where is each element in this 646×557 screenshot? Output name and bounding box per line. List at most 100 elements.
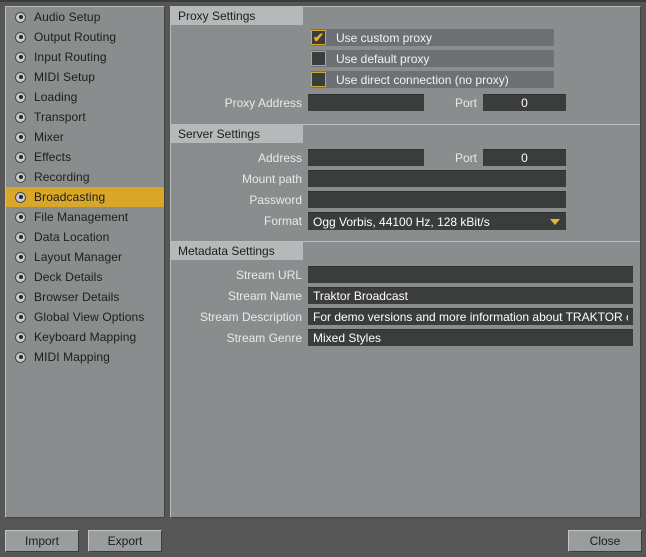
stream-genre-label: Stream Genre	[226, 330, 302, 345]
server-port-label: Port	[454, 150, 477, 165]
stream-genre-row: Stream Genre Mixed Styles	[171, 327, 640, 348]
sidebar-item-label: Deck Details	[34, 270, 103, 284]
sidebar-item-browser-details[interactable]: Browser Details	[6, 287, 164, 307]
sidebar-item-label: Global View Options	[34, 310, 145, 324]
sidebar-item-label: Recording	[34, 170, 90, 184]
proxy-settings-title: Proxy Settings	[171, 7, 303, 25]
sidebar-item-keyboard-mapping[interactable]: Keyboard Mapping	[6, 327, 164, 347]
server-password-row: Password	[171, 189, 640, 210]
sidebar-item-layout-manager[interactable]: Layout Manager	[6, 247, 164, 267]
server-address-row: Address Port 0	[171, 147, 640, 168]
sidebar-item-label: Broadcasting	[34, 190, 106, 204]
close-button[interactable]: Close	[568, 530, 642, 552]
radio-button-icon	[15, 211, 26, 223]
sidebar-item-transport[interactable]: Transport	[6, 107, 164, 127]
sidebar-item-label: Output Routing	[34, 30, 117, 44]
stream-url-input[interactable]	[308, 266, 633, 283]
proxy-option-use-default-proxy[interactable]: Use default proxy	[311, 50, 554, 67]
proxy-address-label: Proxy Address	[224, 95, 302, 110]
proxy-option-label: Use direct connection (no proxy)	[336, 72, 509, 87]
server-mount-path-label: Mount path	[241, 171, 302, 186]
preferences-window: Audio Setup Output Routing Input Routing MI…	[0, 0, 646, 557]
proxy-option-label: Use custom proxy	[336, 30, 433, 45]
sidebar-item-effects[interactable]: Effects	[6, 147, 164, 167]
radio-button-icon	[15, 271, 26, 283]
radio-button-icon	[15, 251, 26, 263]
proxy-option-use-direct-connection-no-proxy[interactable]: Use direct connection (no proxy)	[311, 71, 554, 88]
checkbox-icon[interactable]: ✔	[311, 30, 326, 45]
sidebar-item-file-management[interactable]: File Management	[6, 207, 164, 227]
stream-description-label: Stream Description	[199, 309, 302, 324]
metadata-settings-title: Metadata Settings	[171, 242, 303, 260]
sidebar-item-broadcasting[interactable]: Broadcasting	[6, 187, 164, 207]
stream-description-row: Stream Description For demo versions and…	[171, 306, 640, 327]
checkbox-icon[interactable]	[311, 72, 326, 87]
radio-button-icon	[15, 51, 26, 63]
radio-button-icon	[15, 111, 26, 123]
export-button[interactable]: Export	[88, 530, 162, 552]
checkmark-icon: ✔	[313, 30, 324, 45]
stream-url-row: Stream URL	[171, 264, 640, 285]
sidebar-item-label: Input Routing	[34, 50, 107, 64]
radio-button-icon	[15, 171, 26, 183]
server-password-input[interactable]	[308, 191, 566, 208]
sidebar-item-label: Keyboard Mapping	[34, 330, 137, 344]
sidebar-item-label: Loading	[34, 90, 78, 104]
sidebar-item-loading[interactable]: Loading	[6, 87, 164, 107]
sidebar-item-audio-setup[interactable]: Audio Setup	[6, 7, 164, 27]
sidebar-item-output-routing[interactable]: Output Routing	[6, 27, 164, 47]
radio-button-icon	[15, 291, 26, 303]
server-format-row: Format Ogg Vorbis, 44100 Hz, 128 kBit/s	[171, 210, 640, 232]
sidebar-item-mixer[interactable]: Mixer	[6, 127, 164, 147]
proxy-port-input[interactable]: 0	[483, 94, 566, 111]
sidebar-item-input-routing[interactable]: Input Routing	[6, 47, 164, 67]
sidebar-item-label: Layout Manager	[34, 250, 123, 264]
radio-button-icon	[15, 151, 26, 163]
radio-button-icon	[15, 191, 26, 203]
server-port-input[interactable]: 0	[483, 149, 566, 166]
server-mount-path-row: Mount path	[171, 168, 640, 189]
sidebar-item-label: MIDI Setup	[34, 70, 96, 84]
stream-name-input[interactable]: Traktor Broadcast	[308, 287, 633, 304]
proxy-checkbox-group: ✔ Use custom proxy Use default proxy Use di…	[171, 29, 640, 88]
sidebar-item-recording[interactable]: Recording	[6, 167, 164, 187]
preferences-content-panel: Proxy Settings ✔ Use custom proxy Use defa…	[170, 6, 641, 518]
server-format-dropdown[interactable]: Ogg Vorbis, 44100 Hz, 128 kBit/s	[308, 212, 566, 230]
stream-genre-input[interactable]: Mixed Styles	[308, 329, 633, 346]
server-format-label: Format	[263, 214, 302, 228]
sidebar-item-deck-details[interactable]: Deck Details	[6, 267, 164, 287]
proxy-address-input[interactable]	[308, 94, 424, 111]
radio-button-icon	[15, 231, 26, 243]
radio-button-icon	[15, 311, 26, 323]
proxy-option-use-custom-proxy[interactable]: ✔ Use custom proxy	[311, 29, 554, 46]
server-address-input[interactable]	[308, 149, 424, 166]
sidebar-item-midi-mapping[interactable]: MIDI Mapping	[6, 347, 164, 367]
sidebar-item-data-location[interactable]: Data Location	[6, 227, 164, 247]
stream-name-label: Stream Name	[227, 288, 302, 303]
stream-url-label: Stream URL	[235, 267, 302, 282]
radio-button-icon	[15, 71, 26, 83]
server-settings-title: Server Settings	[171, 125, 303, 143]
server-mount-path-input[interactable]	[308, 170, 566, 187]
chevron-down-icon	[550, 218, 560, 225]
sidebar-item-label: Data Location	[34, 230, 110, 244]
sidebar-item-label: Audio Setup	[34, 10, 101, 24]
stream-description-input[interactable]: For demo versions and more information a…	[308, 308, 633, 325]
metadata-settings-header: Metadata Settings	[171, 242, 640, 260]
sidebar-item-midi-setup[interactable]: MIDI Setup	[6, 67, 164, 87]
sidebar-item-label: File Management	[34, 210, 129, 224]
sidebar-item-global-view-options[interactable]: Global View Options	[6, 307, 164, 327]
proxy-option-label: Use default proxy	[336, 51, 430, 66]
sidebar-item-label: MIDI Mapping	[34, 350, 110, 364]
section-server-settings: Server Settings Address Port 0 Mount pat…	[171, 124, 640, 241]
preferences-sidebar: Audio Setup Output Routing Input Routing MI…	[5, 6, 165, 518]
sidebar-item-label: Browser Details	[34, 290, 120, 304]
section-metadata-settings: Metadata Settings Stream URL Stream Name…	[171, 241, 640, 348]
sidebar-item-label: Mixer	[34, 130, 64, 144]
dialog-bottom-bar: Import Export Close	[0, 522, 646, 557]
radio-button-icon	[15, 131, 26, 143]
server-settings-header: Server Settings	[171, 125, 640, 143]
import-button[interactable]: Import	[5, 530, 79, 552]
checkbox-icon[interactable]	[311, 51, 326, 66]
section-proxy-settings: Proxy Settings ✔ Use custom proxy Use defa…	[171, 7, 640, 124]
